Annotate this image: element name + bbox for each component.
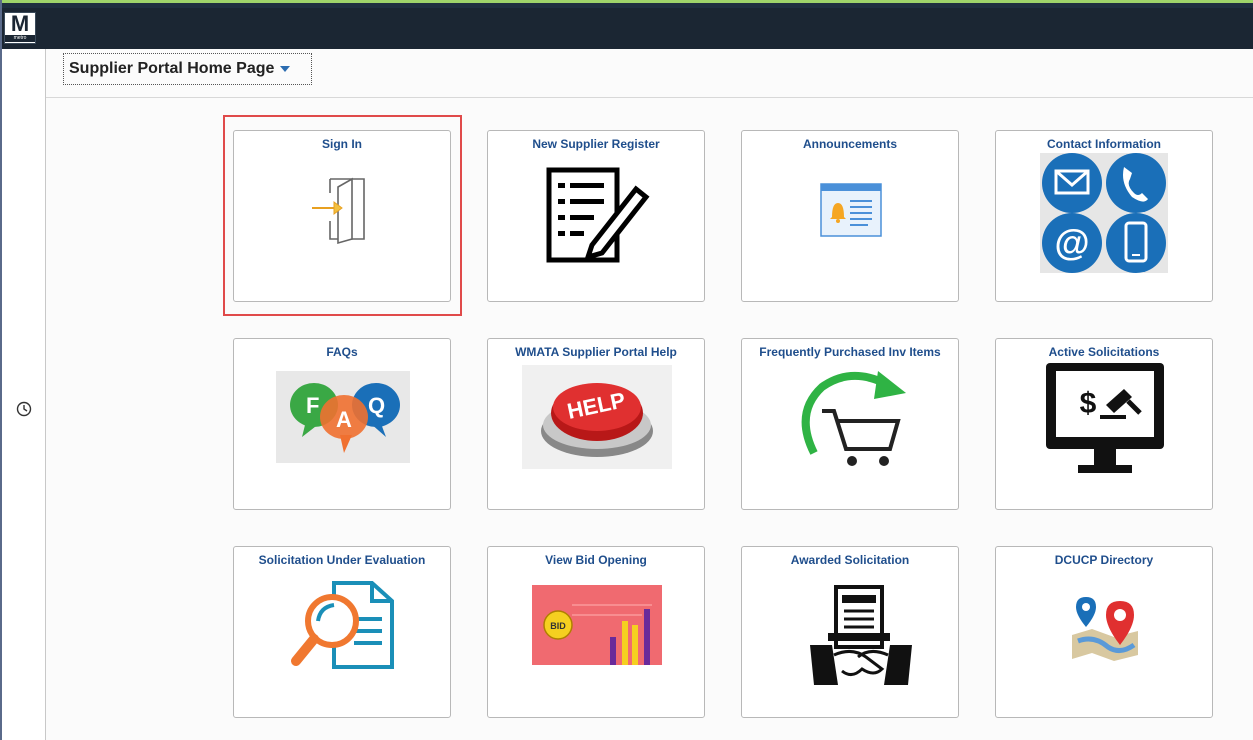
tile-frequently-purchased-inv-items[interactable]: Frequently Purchased Inv Items [741,338,959,510]
monitor-gavel-icon: $ [996,363,1212,505]
tile-label: WMATA Supplier Portal Help [515,345,677,359]
tile-wmata-supplier-portal-help[interactable]: WMATA Supplier Portal Help HELP [487,338,705,510]
chevron-down-icon [280,65,291,72]
portal-window: M metro Supplier Portal Home Page Sign I… [0,0,1253,740]
logo-letter: M [10,11,30,36]
tile-dcucp-directory[interactable]: DCUCP Directory [995,546,1213,718]
tile-faqs[interactable]: FAQs F A Q [233,338,451,510]
magnifier-document-icon [234,573,450,713]
tile-label: FAQs [326,345,358,359]
tile-label: Awarded Solicitation [790,553,910,567]
cart-arrow-icon [742,365,958,505]
header-divider [46,97,1253,98]
help-button-icon: HELP [488,365,704,505]
bid-chart-icon: BID [488,573,704,713]
tile-solicitation-under-evaluation[interactable]: Solicitation Under Evaluation [233,546,451,718]
tile-label: DCUCP Directory [1054,553,1154,567]
logo-sub: metro [5,35,35,42]
tile-active-solicitations[interactable]: Active Solicitations $ [995,338,1213,510]
sign-in-door-icon [234,157,450,297]
faq-letter: A [336,407,352,432]
bid-text: BID [550,621,566,631]
svg-text:@: @ [1054,222,1089,263]
tile-awarded-solicitation[interactable]: Awarded Solicitation [741,546,959,718]
left-sidebar [2,49,46,740]
dollar-text: $ [1080,387,1097,420]
tile-label: New Supplier Register [532,137,660,151]
faq-letter: Q [368,393,385,418]
tile-sign-in[interactable]: Sign In [233,130,451,302]
tile-announcements[interactable]: Announcements [741,130,959,302]
header-bar [2,8,1253,49]
metro-logo[interactable]: M metro [4,12,36,44]
tile-label: Active Solicitations [1048,345,1160,359]
handshake-document-icon [742,573,958,713]
tile-label: View Bid Opening [545,553,647,567]
checklist-pen-icon [488,157,704,297]
recent-history-clock-icon[interactable] [16,401,32,417]
faq-bubbles-icon: F A Q [234,365,450,505]
tile-label: Frequently Purchased Inv Items [759,345,941,359]
tile-label: Announcements [802,137,897,151]
map-pins-icon [996,573,1212,713]
faq-letter: F [306,393,319,418]
tile-label: Contact Information [1047,137,1161,151]
tile-contact-information[interactable]: Contact Information @ [995,130,1213,302]
page-title: Supplier Portal Home Page [69,60,275,77]
announcement-bell-icon [742,157,958,297]
tile-view-bid-opening[interactable]: View Bid Opening BID [487,546,705,718]
tile-label: Sign In [322,137,362,151]
contact-circles-icon: @ [996,153,1212,297]
tile-new-supplier-register[interactable]: New Supplier Register [487,130,705,302]
tile-label: Solicitation Under Evaluation [258,553,426,567]
page-title-dropdown[interactable]: Supplier Portal Home Page [63,53,312,85]
